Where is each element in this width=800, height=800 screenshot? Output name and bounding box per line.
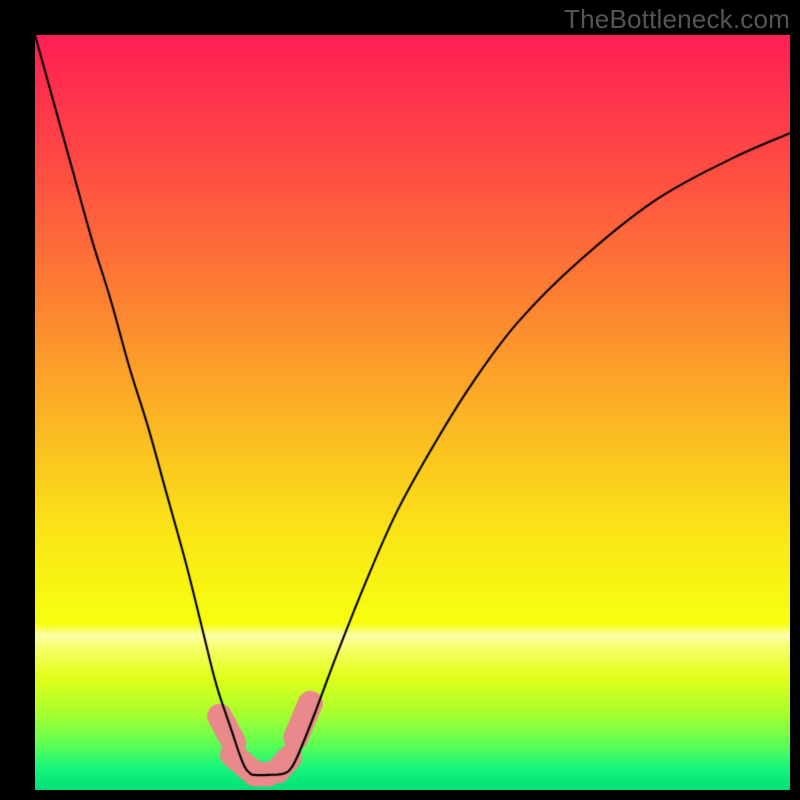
outer-frame: TheBottleneck.com (0, 0, 800, 800)
plot-area (35, 35, 790, 790)
chart-canvas (35, 35, 790, 790)
watermark-text: TheBottleneck.com (564, 4, 790, 35)
